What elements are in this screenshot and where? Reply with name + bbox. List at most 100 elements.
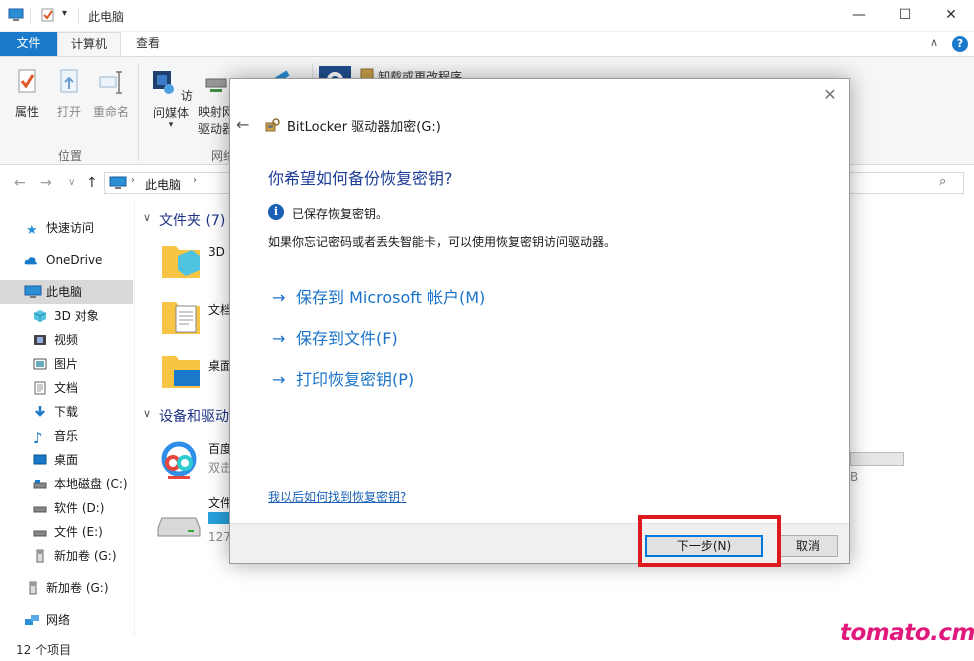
rename-button[interactable]: 重命名 bbox=[90, 67, 132, 120]
tab-file[interactable]: 文件 bbox=[0, 32, 57, 56]
nav-label: 此电脑 bbox=[46, 285, 83, 299]
title-bar: ▾ 此电脑 — ☐ ✕ bbox=[0, 0, 974, 32]
recent-dropdown-icon[interactable]: ∨ bbox=[68, 177, 75, 188]
highlight-box bbox=[638, 515, 781, 567]
divider bbox=[30, 8, 31, 24]
breadcrumb-root[interactable]: 此电脑 bbox=[145, 176, 181, 193]
folder-name[interactable]: 3D bbox=[208, 245, 225, 259]
open-label: 打开 bbox=[56, 105, 81, 119]
computer-icon bbox=[24, 285, 42, 298]
folders-header[interactable]: 文件夹 (7) bbox=[159, 210, 225, 230]
nav-item-network[interactable]: 网络 bbox=[0, 608, 133, 632]
baidu-netdisk-icon[interactable] bbox=[156, 436, 202, 482]
nav-item-music[interactable]: ♪ 音乐 bbox=[0, 424, 133, 448]
desktop-folder-icon[interactable] bbox=[160, 350, 202, 392]
drive-icon bbox=[33, 506, 47, 513]
help-icon[interactable]: ? bbox=[952, 36, 968, 52]
media-icon bbox=[153, 71, 175, 94]
properties-check-icon[interactable] bbox=[40, 8, 56, 22]
dialog-close-button[interactable]: ✕ bbox=[819, 85, 841, 107]
save-to-microsoft-account-option[interactable]: → 保存到 Microsoft 帐户(M) bbox=[272, 284, 485, 308]
ribbon-collapse-icon[interactable]: ∧ bbox=[930, 36, 938, 49]
properties-icon bbox=[18, 69, 36, 93]
option-label: 打印恢复密钥(P) bbox=[296, 370, 415, 389]
rename-label: 重命名 bbox=[92, 105, 129, 119]
nav-label: 下载 bbox=[54, 405, 79, 419]
nav-item-drive-g-root[interactable]: 新加卷 (G:) bbox=[0, 576, 133, 600]
drive-icon bbox=[33, 530, 47, 537]
nav-item-pictures[interactable]: 图片 bbox=[0, 352, 133, 376]
star-icon: ★ bbox=[26, 223, 38, 238]
nav-item-drive-d[interactable]: 软件 (D:) bbox=[0, 496, 133, 520]
up-arrow-icon[interactable]: ↑ bbox=[86, 175, 98, 191]
bitlocker-dialog: ✕ ← BitLocker 驱动器加密(G:) 你希望如何备份恢复密钥? i 已… bbox=[229, 78, 850, 564]
cancel-button[interactable]: 取消 bbox=[778, 535, 838, 557]
properties-button[interactable]: 属性 bbox=[8, 67, 46, 120]
3d-objects-folder-icon[interactable] bbox=[160, 240, 202, 282]
nav-label: 图片 bbox=[54, 357, 79, 371]
usb-drive-icon bbox=[36, 549, 44, 563]
group-label-location: 位置 bbox=[58, 149, 83, 163]
partial-size-text: B bbox=[850, 470, 859, 484]
minimize-button[interactable]: — bbox=[836, 0, 882, 32]
dialog-title: BitLocker 驱动器加密(G:) bbox=[287, 120, 441, 135]
nav-item-quick-access[interactable]: ★ 快速访问 bbox=[0, 216, 133, 240]
access-media-button[interactable]: 访问媒体 ▾ bbox=[144, 67, 198, 130]
collapse-chevron-icon[interactable]: ∨ bbox=[143, 211, 151, 224]
nav-item-onedrive[interactable]: OneDrive bbox=[0, 248, 133, 272]
device-sub: 127 bbox=[208, 530, 231, 544]
close-button[interactable]: ✕ bbox=[928, 0, 974, 32]
nav-item-this-pc[interactable]: 此电脑 bbox=[0, 280, 133, 304]
picture-icon bbox=[33, 358, 47, 370]
nav-item-3d-objects[interactable]: 3D 对象 bbox=[0, 304, 133, 328]
nav-label: 3D 对象 bbox=[54, 309, 99, 323]
option-label: 保存到 Microsoft 帐户(M) bbox=[296, 288, 486, 307]
search-icon[interactable]: ⌕ bbox=[939, 174, 946, 189]
nav-label: 文档 bbox=[54, 381, 79, 395]
download-icon bbox=[35, 406, 45, 417]
nav-item-drive-g[interactable]: 新加卷 (G:) bbox=[0, 544, 133, 568]
divider bbox=[78, 8, 79, 24]
open-button[interactable]: 打开 bbox=[50, 67, 88, 120]
print-recovery-key-option[interactable]: → 打印恢复密钥(P) bbox=[272, 366, 414, 390]
nav-label: 桌面 bbox=[54, 453, 79, 467]
save-to-file-option[interactable]: → 保存到文件(F) bbox=[272, 325, 398, 349]
cloud-icon bbox=[24, 257, 37, 265]
nav-item-drive-e[interactable]: 文件 (E:) bbox=[0, 520, 133, 544]
nav-label: 本地磁盘 (C:) bbox=[54, 477, 128, 491]
dialog-description: 如果你忘记密码或者丢失智能卡，可以使用恢复密钥访问驱动器。 bbox=[268, 235, 617, 249]
option-label: 保存到文件(F) bbox=[296, 329, 398, 348]
nav-item-drive-c[interactable]: 本地磁盘 (C:) bbox=[0, 472, 133, 496]
nav-item-desktop[interactable]: 桌面 bbox=[0, 448, 133, 472]
watermark: tomato.cm bbox=[840, 620, 974, 646]
nav-item-documents[interactable]: 文档 bbox=[0, 376, 133, 400]
nav-item-videos[interactable]: 视频 bbox=[0, 328, 133, 352]
find-recovery-key-link[interactable]: 我以后如何找到恢复密钥? bbox=[268, 488, 406, 505]
info-icon: i bbox=[268, 204, 284, 220]
item-count: 12 个项目 bbox=[16, 643, 72, 657]
nav-item-downloads[interactable]: 下载 bbox=[0, 400, 133, 424]
right-arrow-icon: → bbox=[272, 370, 286, 389]
drive-usage-bar bbox=[208, 512, 230, 524]
ribbon-separator bbox=[138, 63, 139, 161]
drive-icon bbox=[33, 480, 47, 489]
document-icon bbox=[34, 381, 46, 395]
devices-header[interactable]: 设备和驱动 bbox=[159, 406, 229, 426]
breadcrumb-chevron-icon[interactable]: › bbox=[131, 175, 135, 186]
tab-computer[interactable]: 计算机 bbox=[57, 32, 121, 56]
right-arrow-icon: → bbox=[272, 329, 286, 348]
nav-label: 文件 (E:) bbox=[54, 525, 103, 539]
forward-arrow-icon[interactable]: → bbox=[40, 175, 52, 191]
drive-icon[interactable] bbox=[156, 512, 202, 542]
back-arrow-icon[interactable]: ← bbox=[14, 175, 26, 191]
maximize-button[interactable]: ☐ bbox=[882, 0, 928, 32]
right-arrow-icon: → bbox=[272, 288, 286, 307]
cube-icon bbox=[33, 310, 47, 322]
qa-dropdown-icon[interactable]: ▾ bbox=[62, 8, 67, 19]
saved-status-text: 已保存恢复密钥。 bbox=[292, 207, 389, 221]
tab-view[interactable]: 查看 bbox=[121, 32, 175, 56]
collapse-chevron-icon[interactable]: ∨ bbox=[143, 407, 151, 420]
back-arrow-icon[interactable]: ← bbox=[236, 115, 249, 134]
documents-folder-icon[interactable] bbox=[160, 296, 202, 338]
breadcrumb-chevron-icon[interactable]: › bbox=[193, 175, 197, 186]
